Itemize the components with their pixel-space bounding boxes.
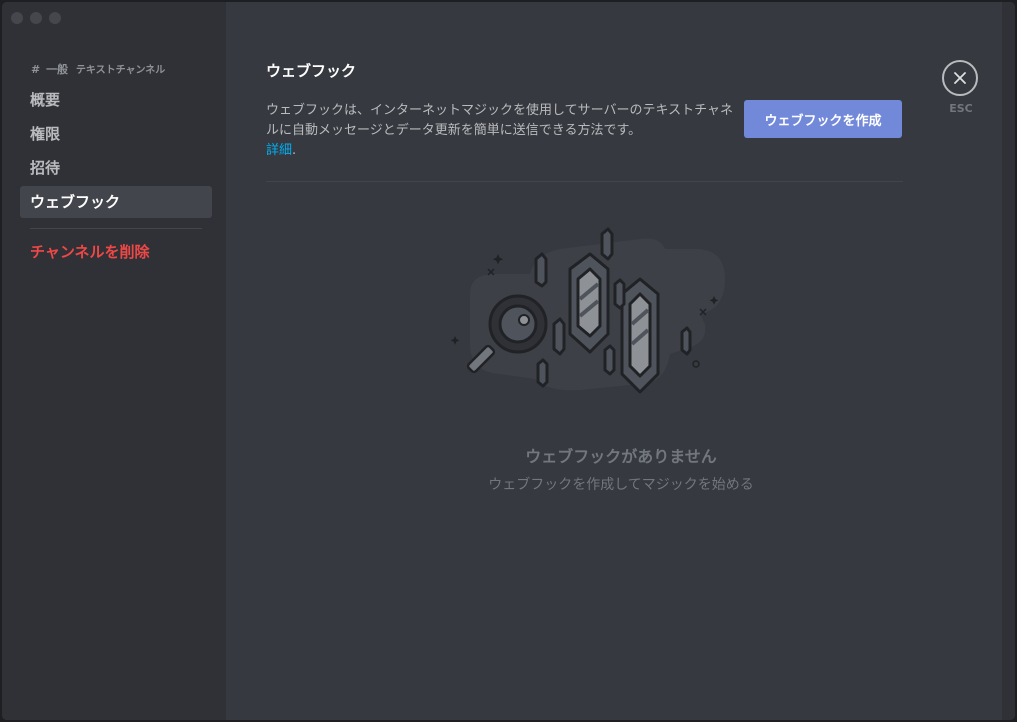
page-title: ウェブフック [266, 62, 357, 80]
webhook-description: ウェブフックは、インターネットマジックを使用してサーバーのテキストチャネルに自動… [266, 103, 733, 158]
scrollbar-track[interactable] [1002, 2, 1015, 720]
sidebar-item-overview[interactable]: 概要 [20, 84, 212, 116]
channel-type: テキストチャンネル [75, 65, 166, 76]
settings-sidebar: # 一般 テキストチャンネル 概要 権限 招待 ウェブフック チャンネルを削除 [2, 2, 226, 720]
minimize-window-button[interactable] [30, 12, 42, 24]
content-divider [266, 181, 903, 182]
empty-webhooks-illustration [450, 227, 725, 394]
sidebar-item-webhooks[interactable]: ウェブフック [20, 186, 212, 218]
maximize-window-button[interactable] [49, 12, 61, 24]
sidebar-item-invites[interactable]: 招待 [20, 152, 212, 184]
empty-state-title: ウェブフックがありません [525, 447, 717, 466]
esc-label: ESC [949, 102, 973, 115]
sidebar-channel-header: # 一般 テキストチャンネル [31, 61, 165, 77]
sidebar-divider [30, 228, 202, 229]
channel-name: 一般 [46, 63, 69, 76]
description-text: ウェブフックは、インターネットマジックを使用してサーバーのテキストチャネルに自動… [266, 103, 733, 138]
close-settings: ESC [942, 60, 978, 115]
delete-channel-button[interactable]: チャンネルを削除 [20, 236, 212, 268]
close-window-button[interactable] [11, 12, 23, 24]
close-icon [954, 72, 966, 84]
create-webhook-button[interactable]: ウェブフックを作成 [744, 100, 902, 138]
sidebar-item-permissions[interactable]: 権限 [20, 118, 212, 150]
settings-content: ウェブフック ウェブフックは、インターネットマジックを使用してサーバーのテキスト… [226, 2, 1015, 720]
hash-icon: # [31, 63, 41, 76]
learn-more-link[interactable]: 詳細 [266, 143, 292, 158]
empty-state-subtitle: ウェブフックを作成してマジックを始める [488, 477, 754, 493]
window-controls [11, 12, 61, 24]
close-button[interactable] [942, 60, 978, 96]
settings-window: # 一般 テキストチャンネル 概要 権限 招待 ウェブフック チャンネルを削除 … [2, 2, 1015, 720]
